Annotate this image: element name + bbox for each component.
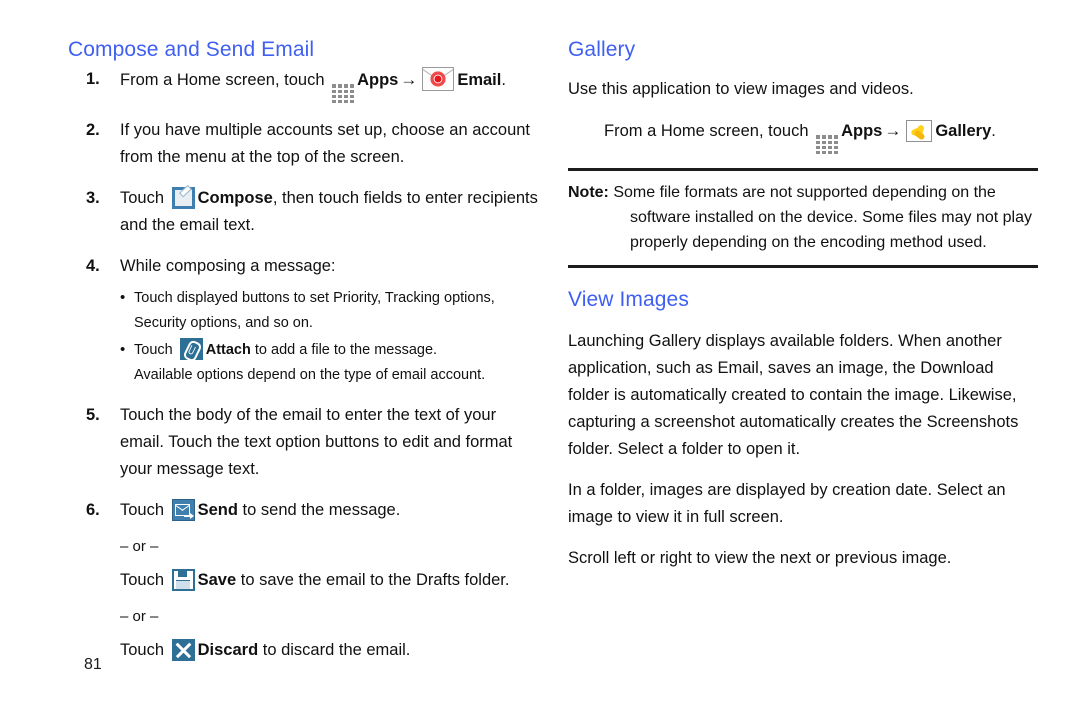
step-text-5: Touch the body of the email to enter the…	[120, 406, 513, 479]
send-label: Send	[197, 501, 238, 520]
save-text-a: Touch	[120, 571, 169, 590]
discard-text-b: to discard the email.	[258, 641, 411, 660]
or-separator-2: – or –	[120, 608, 159, 626]
step-number: 4.	[86, 257, 100, 276]
email-envelope-icon	[422, 67, 455, 91]
step-number: 3.	[86, 189, 100, 208]
attach-paperclip-icon	[179, 338, 203, 363]
save-alternative: Touch Save to save the email to the Draf…	[120, 567, 538, 594]
paragraph-creation-date: In a folder, images are displayed by cre…	[568, 481, 1006, 527]
send-envelope-arrow-icon	[171, 499, 195, 522]
attach-label: Attach	[205, 342, 251, 359]
compose-pencil-icon	[171, 185, 195, 210]
page-title: Compose and Send Email	[68, 38, 315, 61]
list-item: Touch Attach to add a file to the messag…	[120, 337, 538, 388]
bullet-text-priority: Touch displayed buttons to set Priority,…	[134, 290, 495, 332]
step-text-6b: to send the message.	[237, 501, 401, 520]
discard-alternative: Touch Discard to discard the email.	[120, 637, 538, 664]
bullet-text-attach-a: Touch	[134, 342, 177, 359]
apps-grid-icon	[816, 135, 839, 155]
step-text-2: If you have multiple accounts set up, ch…	[120, 121, 531, 167]
gallery-intro: Use this application to view images and …	[568, 80, 914, 98]
discard-x-icon	[171, 639, 195, 662]
save-text-b: to save the email to the Drafts folder.	[236, 571, 510, 590]
list-item: 3. Touch Compose, then touch fields to e…	[68, 185, 538, 239]
gallery-launch-line: From a Home screen, touch Apps → Gallery.	[568, 117, 1038, 155]
step-text-1a: From a Home screen, touch	[120, 71, 330, 89]
step-text-4: While composing a message:	[120, 257, 336, 276]
save-floppy-icon	[171, 569, 195, 592]
gallery-heading: Gallery	[568, 38, 636, 61]
gallery-content: Use this application to view images and …	[568, 76, 1038, 586]
document-page: Compose and Send Email 1. From a Home sc…	[0, 0, 1080, 720]
numbered-step-list: 1. From a Home screen, touch Apps → Email.…	[68, 66, 538, 664]
compose-label: Compose	[197, 189, 273, 208]
note-body: Note: Some file formats are not supporte…	[568, 180, 1038, 255]
launch-text-a: From a Home screen, touch	[604, 122, 814, 140]
step-number: 5.	[86, 406, 100, 425]
discard-label: Discard	[197, 641, 259, 660]
step-text-1b: .	[501, 71, 506, 89]
step-number: 6.	[86, 501, 100, 520]
list-item: 2. If you have multiple accounts set up,…	[68, 117, 538, 171]
bullet-text-attach-b: to add a file to the message.	[250, 342, 438, 359]
step-number: 2.	[86, 121, 100, 140]
gallery-label: Gallery	[935, 122, 992, 140]
note-label: Note:	[568, 184, 609, 202]
save-label: Save	[197, 571, 237, 590]
arrow-right-icon: →	[400, 70, 418, 89]
note-callout: Note: Some file formats are not supporte…	[568, 168, 1038, 269]
page-number: 81	[84, 656, 102, 673]
email-label: Email	[457, 71, 502, 89]
step-text-6a: Touch	[120, 501, 169, 520]
view-images-heading: View Images	[568, 288, 689, 312]
sub-bullet-list: Touch displayed buttons to set Priority,…	[120, 285, 538, 388]
list-item: 4. While composing a message: Touch disp…	[68, 253, 538, 388]
step-text-3a: Touch	[120, 189, 169, 208]
paragraph-folders: Launching Gallery displays available fol…	[568, 332, 1019, 459]
paragraph-scroll: Scroll left or right to view the next or…	[568, 549, 952, 568]
step-number: 1.	[86, 70, 100, 88]
note-text: Some file formats are not supported depe…	[613, 184, 1032, 252]
list-item: 5. Touch the body of the email to enter …	[68, 402, 538, 483]
list-item: Touch displayed buttons to set Priority,…	[120, 285, 538, 336]
or-separator-1: – or –	[120, 538, 159, 556]
list-item: 6. Touch Send to send the message. – or …	[68, 497, 538, 664]
list-item: 1. From a Home screen, touch Apps → Email.	[68, 66, 538, 104]
apps-grid-icon	[332, 84, 355, 104]
apps-label: Apps	[357, 71, 399, 89]
discard-text-a: Touch	[120, 641, 169, 660]
gallery-photo-icon	[906, 120, 933, 142]
apps-label: Apps	[841, 122, 883, 140]
launch-text-b: .	[991, 122, 996, 140]
arrow-right-icon: →	[884, 121, 902, 140]
attach-note: Available options depend on the type of …	[134, 367, 486, 384]
